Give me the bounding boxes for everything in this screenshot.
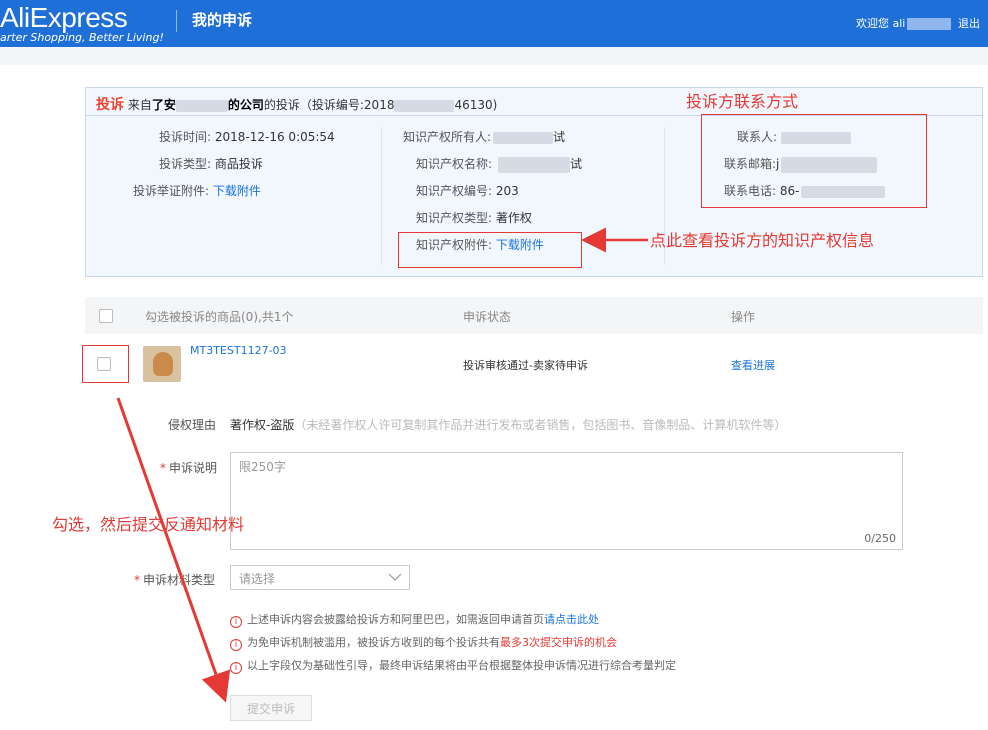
product-table-header: 勾选被投诉的商品(0),共1个 申诉状态 操作 (85, 297, 983, 334)
info-icon: i (230, 616, 242, 628)
welcome-label: 欢迎您 ali (856, 17, 906, 30)
complaint-id-end: 46130) (454, 98, 498, 112)
product-image-subject (153, 352, 173, 376)
chevron-down-icon (388, 573, 402, 581)
header-divider (176, 10, 177, 32)
redacted-username (907, 18, 952, 30)
ip-name-value: 试 (570, 157, 583, 171)
contact-highlight-box (701, 114, 927, 208)
complaint-type-value: 商品投诉 (214, 157, 263, 171)
col-header-action: 操作 (731, 310, 756, 324)
page-title: 我的申诉 (192, 11, 253, 29)
ip-name-label: 知识产权名称: (416, 157, 493, 171)
sub-header-bar (0, 47, 988, 65)
welcome-text: 欢迎您 ali (856, 15, 952, 31)
evidence-label: 投诉举证附件: (133, 184, 210, 198)
notice-guidance-text: 以上字段仅为基础性引导，最终申诉结果将由平台根据整体投申诉情况进行综合考量判定 (247, 659, 676, 672)
ip-name: 知识产权名称: 试 (416, 155, 582, 173)
complaint-id-prefix: 的投诉（投诉编号:2018 (263, 98, 395, 112)
logo-slogan: arter Shopping, Better Living! (0, 31, 164, 44)
ip-attachment-highlight-box (398, 232, 582, 268)
appeal-desc-label-text: 申诉说明 (169, 461, 218, 475)
infringement-reason: 著作权-盗版（未经著作权人许可复制其作品并进行发布或者销售，包括图书、音像制品、… (230, 416, 786, 433)
ip-type: 知识产权类型: 著作权 (416, 209, 532, 226)
ip-owner-label: 知识产权所有人: (403, 130, 492, 144)
redacted-company (175, 99, 228, 112)
notice-disclosure: i 上述申诉内容会披露给投诉方和阿里巴巴，如需返回申请首页请点击此处 (230, 611, 599, 628)
select-all-checkbox[interactable] (99, 309, 113, 323)
complaint-type: 投诉类型: 商品投诉 (159, 155, 263, 172)
notice-limit-text: 为免申诉机制被滥用，被投诉方收到的每个投诉共有 (247, 636, 500, 649)
arrow-to-submit (116, 397, 231, 703)
material-type-placeholder: 请选择 (239, 572, 276, 586)
ip-owner: 知识产权所有人: 试 (403, 128, 565, 145)
company-name-start: 了安 (151, 98, 176, 112)
col-header-status: 申诉状态 (463, 310, 512, 324)
view-progress-link[interactable]: 查看进展 (731, 357, 775, 373)
notice-limit: i 为免申诉机制被滥用，被投诉方收到的每个投诉共有最多3次提交申诉的机会 (230, 634, 617, 651)
annotation-ip-info: 点此查看投诉方的知识产权信息 (650, 231, 875, 250)
info-icon: i (230, 662, 242, 674)
complaint-summary: 投诉 来自了安 的公司的投诉（投诉编号:2018 46130) (96, 94, 497, 114)
column-divider (381, 127, 382, 265)
return-home-link[interactable]: 请点击此处 (544, 613, 599, 626)
appeal-status: 投诉审核通过-卖家待申诉 (463, 359, 588, 372)
annotation-select-submit: 勾选，然后提交反通知材料 (52, 515, 245, 534)
complaint-tag: 投诉 (96, 97, 124, 113)
infringement-reason-value: 著作权-盗版 (230, 418, 295, 432)
checkbox-highlight-box (82, 345, 129, 383)
notice-guidance: i 以上字段仅为基础性引导，最终申诉结果将由平台根据整体投申诉情况进行综合考量判定 (230, 657, 676, 674)
appeal-desc-textarea[interactable]: 限250字 0/250 (230, 452, 903, 550)
complaint-time: 投诉时间: 2018-12-16 0:05:54 (159, 128, 335, 145)
company-name-end: 的公司 (227, 98, 264, 112)
product-link[interactable]: MT3TEST1127-03 (190, 344, 287, 357)
submit-appeal-button[interactable]: 提交申诉 (230, 695, 312, 721)
ip-type-label: 知识产权类型: (416, 211, 493, 225)
annotation-contact: 投诉方联系方式 (686, 92, 799, 111)
logout-link[interactable]: 退出 (958, 15, 980, 31)
complaint-evidence: 投诉举证附件: 下载附件 (133, 182, 261, 199)
redacted-owner (493, 131, 554, 144)
complaint-type-label: 投诉类型: (159, 157, 212, 171)
required-mark: * (134, 573, 140, 587)
material-type-select[interactable]: 请选择 (230, 565, 410, 590)
from-prefix: 来自 (127, 98, 152, 112)
appeal-desc-label: * 申诉说明 (160, 459, 217, 476)
complaint-card-header: 投诉 来自了安 的公司的投诉（投诉编号:2018 46130) (86, 88, 982, 116)
redacted-ip-name (498, 156, 571, 173)
ip-number: 知识产权编号: 203 (416, 182, 519, 199)
evidence-download-link[interactable]: 下载附件 (213, 184, 261, 198)
infringement-reason-desc: （未经著作权人许可复制其作品并进行发布或者销售，包括图书、音像制品、计算机软件等… (294, 418, 787, 432)
material-type-label-text: 申诉材料类型 (143, 573, 216, 587)
ip-type-value: 著作权 (495, 211, 532, 225)
infringement-reason-label: 侵权理由 (168, 418, 217, 432)
product-thumbnail[interactable] (143, 346, 181, 382)
notice-limit-highlight: 最多3次提交申诉的机会 (500, 636, 617, 649)
info-icon: i (230, 639, 242, 651)
top-header: AliExpress arter Shopping, Better Living… (0, 0, 988, 47)
complaint-time-value: 2018-12-16 0:05:54 (214, 130, 335, 144)
required-mark: * (160, 461, 166, 475)
appeal-desc-placeholder: 限250字 (239, 460, 286, 474)
material-type-label: * 申诉材料类型 (134, 571, 215, 588)
ip-number-value: 203 (495, 184, 519, 198)
notice-disclosure-text: 上述申诉内容会披露给投诉方和阿里巴巴，如需返回申请首页 (247, 613, 544, 626)
ip-owner-value: 试 (553, 130, 566, 144)
ip-number-label: 知识产权编号: (416, 184, 493, 198)
redacted-id (394, 99, 455, 112)
char-counter: 0/250 (864, 532, 896, 545)
complaint-time-label: 投诉时间: (159, 130, 212, 144)
aliexpress-logo[interactable]: AliExpress (0, 2, 128, 34)
col-header-product: 勾选被投诉的商品(0),共1个 (145, 310, 294, 324)
